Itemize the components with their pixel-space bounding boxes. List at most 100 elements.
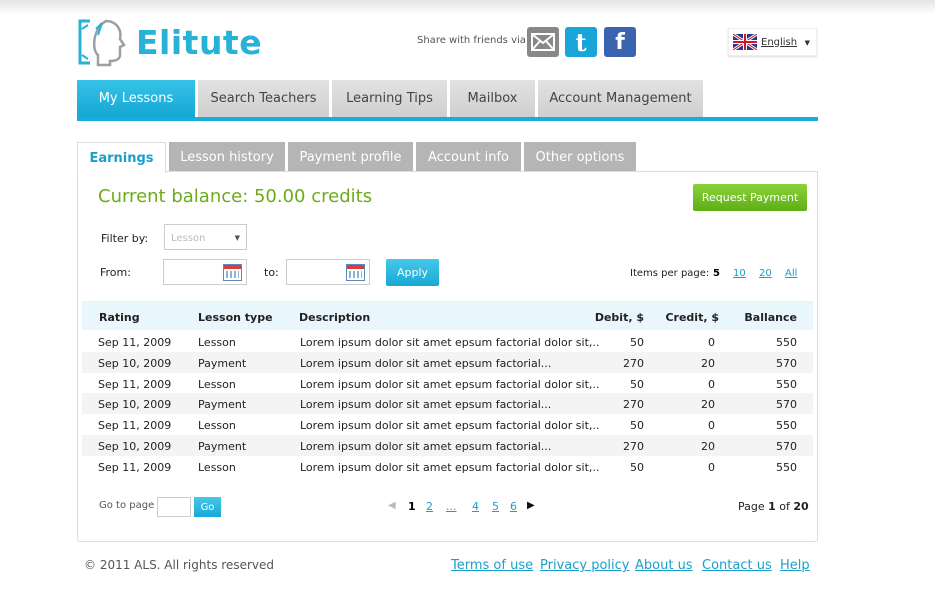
cell-balance: 550 — [776, 377, 797, 391]
cell-balance: 570 — [776, 398, 797, 412]
items-per-page-all-label: All — [785, 268, 798, 279]
language-selector[interactable]: English ▼ — [728, 28, 817, 56]
table-row[interactable]: Sep 10, 2009 Payment Lorem ipsum dolor sit… — [82, 435, 813, 456]
nav-my-lessons[interactable]: My Lessons — [77, 80, 195, 117]
footer-contact-link[interactable]: Contact us — [702, 558, 772, 573]
calendar-icon[interactable] — [346, 264, 365, 281]
filter-select[interactable]: Lesson ▼ — [164, 224, 247, 250]
page-total: 20 — [793, 500, 809, 513]
tab-earnings[interactable]: Earnings — [77, 142, 166, 173]
col-debit[interactable]: Debit, $ — [595, 311, 644, 324]
cell-lesson-type: Payment — [198, 440, 247, 453]
cell-balance: 550 — [776, 460, 797, 474]
cell-debit: 270 — [623, 398, 644, 412]
request-payment-button[interactable]: Request Payment — [693, 184, 807, 211]
page-count: Page 1 of 20 — [738, 500, 809, 513]
uk-flag-icon — [733, 34, 757, 50]
copyright: © 2011 ALS. All rights reserved — [84, 558, 274, 572]
cell-description: Lorem ipsum dolor sit amet epsum factori… — [300, 356, 552, 370]
cell-credit: 20 — [701, 440, 715, 453]
goto-page-input[interactable] — [157, 497, 191, 517]
col-credit[interactable]: Credit, $ — [665, 311, 719, 324]
nav-account-management[interactable]: Account Management — [538, 80, 703, 117]
cell-debit: 270 — [623, 356, 644, 370]
items-per-page-5-label: 5 — [713, 268, 720, 279]
top-shade — [0, 0, 935, 14]
share-twitter-button[interactable]: t — [565, 27, 597, 57]
nav-search-teachers[interactable]: Search Teachers — [198, 80, 329, 117]
share-mail-button[interactable] — [527, 27, 559, 57]
footer-help-link[interactable]: Help — [780, 558, 810, 573]
cell-balance: 570 — [776, 356, 797, 370]
cell-debit: 270 — [623, 440, 644, 453]
items-per-page-10-label: 10 — [733, 268, 746, 279]
cell-date: Sep 10, 2009 — [98, 398, 172, 412]
page-1[interactable]: 1 — [408, 500, 416, 513]
items-per-page-20-label: 20 — [759, 268, 772, 279]
page-6[interactable]: 6 — [510, 500, 517, 513]
nav-mailbox[interactable]: Mailbox — [450, 80, 535, 117]
main-nav: My Lessons Search Teachers Learning Tips… — [77, 80, 706, 117]
cell-debit: 50 — [630, 419, 644, 433]
logo-text: Elitute — [136, 22, 263, 62]
cell-description: Lorem ipsum dolor sit amet epsum factori… — [300, 377, 600, 391]
from-date-input[interactable] — [163, 259, 247, 285]
col-rating[interactable]: Rating — [99, 311, 140, 324]
calendar-icon[interactable] — [223, 264, 242, 281]
table-row[interactable]: Sep 11, 2009 Lesson Lorem ipsum dolor sit … — [82, 456, 813, 477]
go-button[interactable]: Go — [194, 497, 221, 517]
page-4[interactable]: 4 — [472, 500, 479, 513]
cell-lesson-type: Lesson — [198, 460, 236, 474]
cell-description: Lorem ipsum dolor sit amet epsum factori… — [300, 398, 552, 412]
tab-lesson-history[interactable]: Lesson history — [169, 142, 285, 172]
share-facebook-button[interactable]: f — [604, 27, 636, 57]
cell-date: Sep 11, 2009 — [98, 419, 172, 433]
table-row[interactable]: Sep 11, 2009 Lesson Lorem ipsum dolor sit … — [82, 414, 813, 435]
apply-button[interactable]: Apply — [386, 259, 439, 286]
cell-credit: 0 — [708, 377, 715, 391]
chevron-down-icon: ▼ — [804, 39, 810, 47]
tab-account-info[interactable]: Account info — [416, 142, 521, 172]
tab-other-options[interactable]: Other options — [524, 142, 636, 172]
items-per-page-5[interactable]: 5 — [713, 268, 730, 279]
footer-terms-link[interactable]: Terms of use — [451, 558, 533, 573]
prev-page-icon[interactable]: ◀ — [388, 500, 396, 511]
cell-credit: 20 — [701, 356, 715, 370]
page-ellipsis[interactable]: ... — [446, 500, 457, 513]
footer-about-link[interactable]: About us — [635, 558, 693, 573]
cell-balance: 550 — [776, 419, 797, 433]
filter-label: Filter by: — [101, 232, 149, 245]
table-header: Rating Lesson type Description Debit, $ … — [82, 301, 813, 330]
language-label: English — [761, 36, 798, 48]
cell-date: Sep 11, 2009 — [98, 377, 172, 391]
to-date-input[interactable] — [286, 259, 370, 285]
table-row[interactable]: Sep 11, 2009 Lesson Lorem ipsum dolor sit … — [82, 331, 813, 352]
col-lesson-type[interactable]: Lesson type — [198, 311, 273, 324]
table-row[interactable]: Sep 11, 2009 Lesson Lorem ipsum dolor sit … — [82, 373, 813, 394]
col-balance[interactable]: Ballance — [744, 311, 797, 324]
filter-select-value: Lesson — [171, 233, 206, 244]
share-label: Share with friends via: — [417, 35, 530, 46]
cell-date: Sep 10, 2009 — [98, 356, 172, 370]
nav-learning-tips[interactable]: Learning Tips — [332, 80, 447, 117]
goto-page-label: Go to page — [99, 500, 155, 511]
page-of: of — [779, 500, 790, 513]
table-row[interactable]: Sep 10, 2009 Payment Lorem ipsum dolor sit… — [82, 351, 813, 373]
page-2[interactable]: 2 — [426, 500, 433, 513]
cell-lesson-type: Lesson — [198, 419, 236, 433]
items-per-page: Items per page: — [630, 268, 719, 279]
facebook-icon: f — [615, 29, 625, 55]
cell-balance: 550 — [776, 336, 797, 349]
footer-privacy-link[interactable]: Privacy policy — [540, 558, 629, 573]
col-description[interactable]: Description — [299, 311, 370, 324]
page-5[interactable]: 5 — [492, 500, 499, 513]
table-row[interactable]: Sep 10, 2009 Payment Lorem ipsum dolor sit… — [82, 393, 813, 415]
tab-payment-profile[interactable]: Payment profile — [288, 142, 413, 172]
nav-underline — [77, 117, 818, 121]
cell-credit: 0 — [708, 460, 715, 474]
items-per-page-label: Items per page: — [630, 268, 710, 279]
next-page-icon[interactable]: ▶ — [527, 500, 535, 511]
logo[interactable]: Elitute — [76, 16, 262, 68]
cell-lesson-type: Payment — [198, 356, 247, 370]
cell-date: Sep 11, 2009 — [98, 336, 172, 349]
